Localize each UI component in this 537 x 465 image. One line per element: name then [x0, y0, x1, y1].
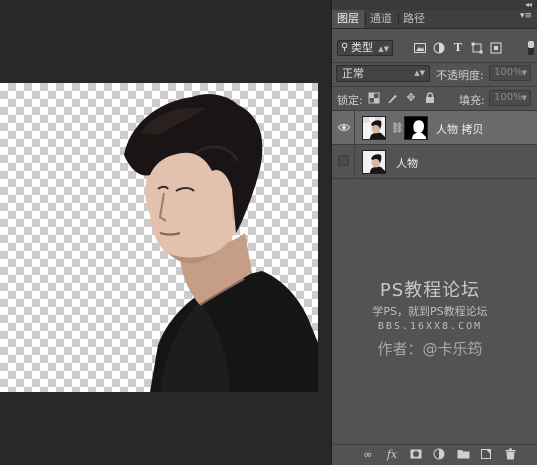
adjustment-filter-icon[interactable] [433, 42, 445, 54]
watermark: PS教程论坛 学PS，就到PS教程论坛 BBS.16XX8.COM 作者：@卡乐… [340, 276, 520, 359]
search-icon: ⚲ [341, 42, 349, 53]
layer-row[interactable]: ⛓ 人物 拷贝 [332, 111, 537, 145]
eye-icon[interactable] [337, 122, 351, 133]
opacity-field[interactable]: 100% ▼ [489, 65, 531, 81]
lock-position-icon[interactable]: ✥ [405, 92, 417, 104]
delete-icon[interactable] [503, 448, 517, 462]
fill-value: 100% [494, 92, 523, 103]
panel-menu-icon[interactable]: ▾≡ [520, 11, 532, 21]
shape-filter-icon[interactable] [471, 42, 483, 54]
tab-layers[interactable]: 图层 [332, 10, 364, 28]
adjustment-layer-icon[interactable] [432, 448, 446, 462]
watermark-url: BBS.16XX8.COM [377, 321, 483, 332]
panel-title-bar[interactable]: ◂◂ [332, 0, 537, 10]
blend-mode-select[interactable]: 正常 ▲▼ [336, 65, 430, 82]
divider [332, 86, 537, 87]
blend-mode-value: 正常 [342, 67, 364, 80]
chain-link-icon[interactable]: ⛓ [391, 123, 404, 134]
chevron-down-icon: ▲▼ [378, 45, 389, 53]
filter-toggle-switch[interactable] [528, 41, 534, 55]
lock-label: 锁定: [337, 94, 363, 107]
watermark-subtitle: 学PS，就到PS教程论坛 [372, 305, 488, 318]
layer-thumbnail[interactable] [362, 116, 386, 140]
new-group-icon[interactable] [456, 448, 470, 462]
chevron-down-icon: ▲▼ [414, 69, 425, 77]
lock-all-icon[interactable] [424, 92, 436, 104]
panel-tabs: 图层 通道 路径 [332, 10, 537, 29]
opacity-label: 不透明度: [436, 69, 484, 82]
lock-image-icon[interactable] [386, 92, 398, 104]
double-chevron-icon[interactable]: ◂◂ [525, 0, 532, 10]
layer-name[interactable]: 人物 [396, 155, 418, 171]
new-layer-icon[interactable] [479, 448, 493, 462]
smart-object-filter-icon[interactable] [490, 42, 502, 54]
fill-label: 填充: [459, 94, 485, 107]
chevron-down-icon: ▼ [521, 94, 527, 102]
layer-mask-thumbnail[interactable] [404, 116, 428, 140]
visibility-toggle[interactable] [338, 155, 349, 166]
fx-icon[interactable]: fx [385, 448, 399, 462]
lock-transparent-icon[interactable] [368, 92, 380, 104]
document-workspace[interactable] [0, 0, 331, 464]
add-mask-icon[interactable] [409, 448, 423, 462]
watermark-title: PS教程论坛 [379, 280, 481, 301]
link-layers-icon[interactable]: ∞ [361, 448, 375, 462]
divider [354, 111, 355, 144]
filter-kind-select[interactable]: ⚲ 类型 ▲▼ [337, 40, 393, 56]
divider [354, 145, 355, 178]
opacity-value: 100% [494, 67, 523, 78]
watermark-author: 作者：@卡乐筠 [377, 340, 483, 358]
tab-paths[interactable]: 路径 [398, 10, 430, 28]
tab-channels[interactable]: 通道 [365, 10, 397, 28]
layer-row[interactable]: 人物 [332, 145, 537, 179]
portrait-image [124, 94, 318, 392]
type-filter-icon[interactable]: T [452, 42, 464, 54]
layer-thumbnail[interactable] [362, 150, 386, 174]
filter-kind-label: 类型 [351, 41, 373, 54]
image-filter-icon[interactable] [414, 42, 426, 54]
layers-bottom-toolbar: ∞ fx [332, 444, 537, 465]
chevron-down-icon: ▼ [521, 69, 527, 77]
document-canvas[interactable] [0, 83, 318, 392]
fill-field[interactable]: 100% ▼ [489, 90, 531, 106]
layers-panel: ◂◂ 图层 通道 路径 ▾≡ ⚲ 类型 ▲▼ T 正常 ▲▼ 不透明度: 100… [331, 0, 537, 465]
layer-name[interactable]: 人物 拷贝 [436, 121, 484, 137]
